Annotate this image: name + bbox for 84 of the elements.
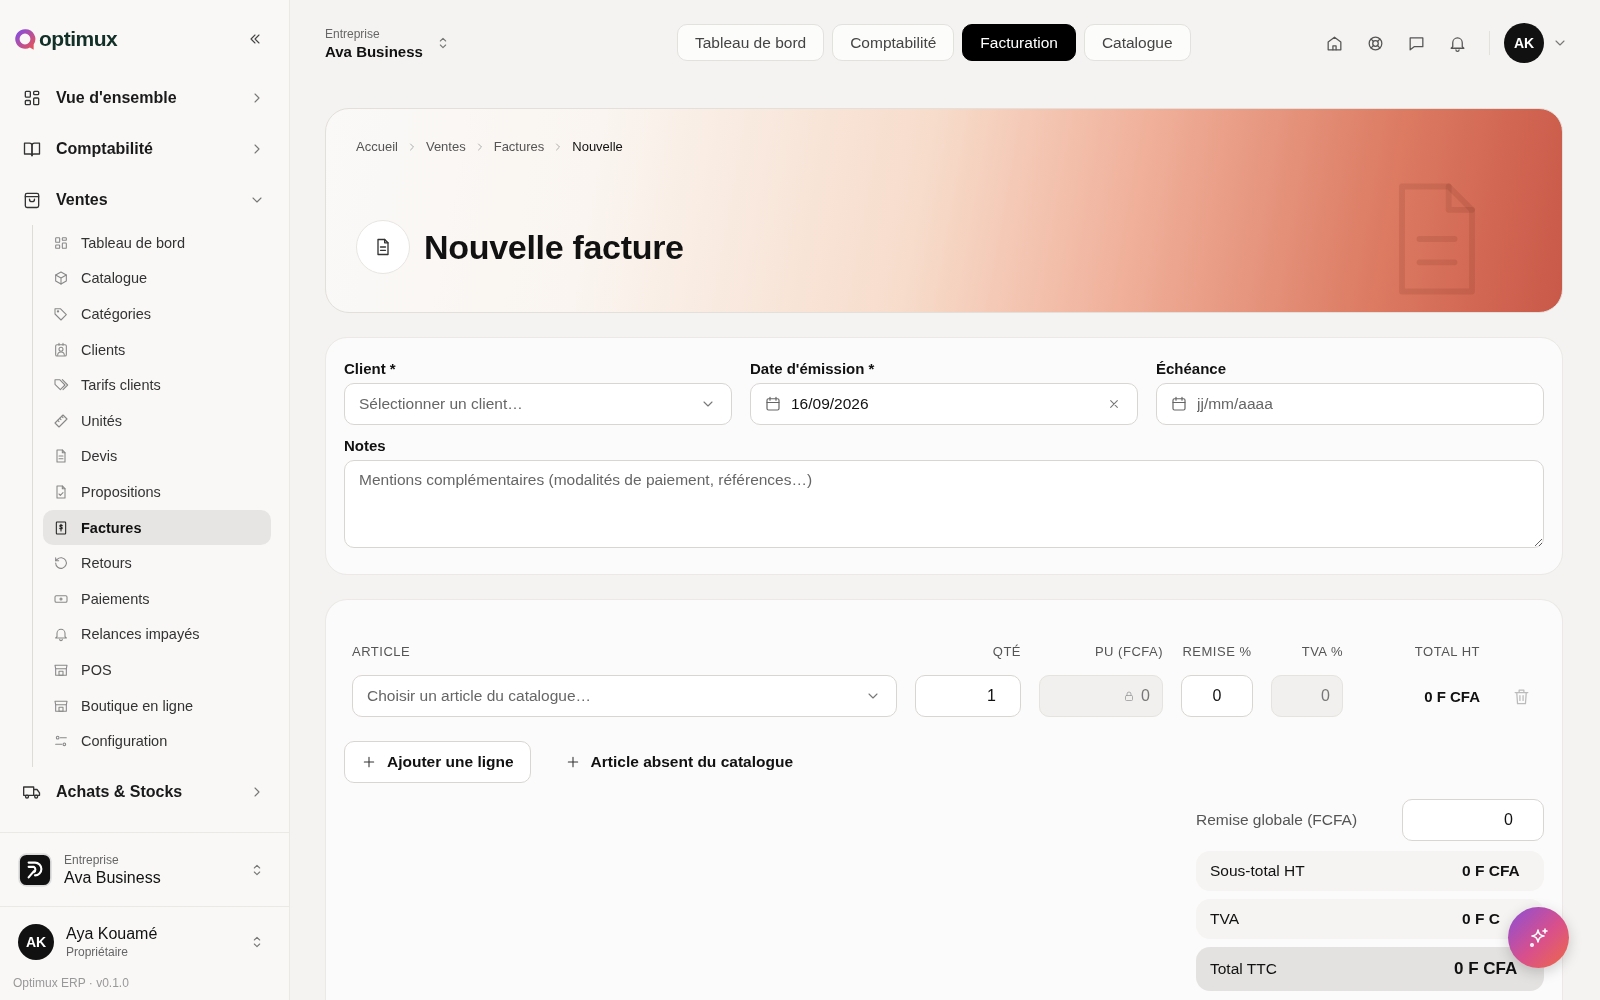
sidebar-subitem[interactable]: Factures [43, 509, 271, 546]
user-avatar-button[interactable]: AK [1504, 23, 1544, 63]
global-discount-field[interactable]: 0 [1402, 799, 1544, 841]
field-label: Client * [344, 360, 397, 377]
article-select[interactable]: Choisir un article du catalogue… [352, 675, 897, 717]
quantity-field[interactable]: 1 [915, 675, 1021, 717]
total-label: Total TTC [1210, 960, 1278, 978]
sidebar-subitem[interactable]: Tableau de bord [43, 225, 271, 261]
page-title: Nouvelle facture [424, 227, 684, 267]
breadcrumb-link[interactable]: Accueil [356, 139, 398, 154]
company-logo-icon [18, 852, 52, 887]
sidebar-subitem[interactable]: Tarifs clients [43, 367, 271, 403]
sidebar-subitem[interactable]: Propositions [43, 474, 271, 510]
line-total: 0 F CFA [1423, 687, 1480, 705]
unit-price-field: 0 [1039, 675, 1163, 717]
sidebar-subitem[interactable]: Clients [43, 331, 271, 368]
column-header: PU (FCFA) [1093, 644, 1163, 659]
sidebar-subitem[interactable]: Devis [43, 438, 271, 475]
total-value: 0 F C [1462, 910, 1501, 928]
field-label: Notes [344, 437, 387, 454]
ruler-icon [53, 412, 69, 429]
column-header: TOTAL HT [1413, 644, 1480, 659]
date-field[interactable]: 16/09/2026 [750, 383, 1138, 425]
field-label: Remise globale (FCFA) [1196, 811, 1358, 829]
vat-field: 0 [1271, 675, 1343, 717]
rotate-icon [53, 555, 69, 572]
column-header: QTÉ [991, 644, 1021, 659]
notes-field[interactable]: Mentions complémentaires (modalités de paiement, références…) [344, 460, 1544, 548]
tag-icon [53, 306, 69, 322]
column-header: TVA % [1300, 644, 1343, 659]
sidebar-subitem[interactable]: Boutique en ligne [43, 687, 271, 724]
user-avatar: AK [18, 923, 54, 960]
company-switcher[interactable]: Entreprise Ava Business [0, 832, 289, 906]
sidebar-subitem[interactable]: Unités [43, 402, 271, 439]
company-name: Ava Business [325, 42, 423, 60]
total-label: TVA [1210, 910, 1240, 928]
company-caption: Entreprise [64, 852, 120, 867]
breadcrumb-link[interactable]: Factures [493, 139, 545, 154]
discount-field[interactable]: 0 [1181, 675, 1253, 717]
document-icon [53, 448, 69, 465]
plus-icon [361, 754, 377, 770]
document-check-icon [53, 483, 69, 500]
logo-wordmark: optimux [39, 27, 118, 51]
column-header: ARTICLE [352, 644, 412, 659]
nav-tab[interactable]: Tableau de bord [677, 24, 825, 61]
sidebar-item[interactable]: Achats & Stocks [20, 766, 271, 818]
user-switcher[interactable]: AK Aya Kouamé Propriétaire [0, 906, 289, 976]
breadcrumb-link[interactable]: Ventes [425, 139, 466, 154]
date-field[interactable]: jj/mm/aaaa [1156, 383, 1544, 425]
grid-icon [53, 234, 69, 251]
field-label: Échéance [1156, 360, 1228, 377]
sidebar-subitem[interactable]: Catalogue [43, 260, 271, 297]
logo-icon [12, 26, 38, 52]
nav-tab[interactable]: Catalogue [1083, 24, 1191, 61]
sidebar-subitem[interactable]: Relances impayés [43, 616, 271, 653]
total-value: 0 F CFA [1454, 959, 1519, 979]
nav-tab[interactable]: Facturation [962, 24, 1076, 61]
sidebar-subitem[interactable]: POS [43, 652, 271, 688]
total-label: Sous-total HT [1210, 862, 1306, 880]
field-label: Date d'émission * [750, 360, 876, 377]
column-header: REMISE % [1181, 644, 1253, 659]
client-select[interactable]: Sélectionner un client… [344, 383, 732, 425]
total-value: 0 F CFA [1462, 862, 1521, 880]
user-name: Aya Kouamé [66, 924, 159, 943]
bell-icon [53, 626, 69, 643]
lock-icon [1123, 690, 1136, 702]
user-role: Propriétaire [66, 944, 130, 959]
company-name: Ava Business [64, 868, 162, 887]
company-caption: Entreprise [325, 26, 381, 41]
sidebar-item[interactable]: Comptabilité [20, 123, 271, 174]
add-line-button[interactable]: Article absent du catalogue [548, 741, 809, 783]
sidebar-subitem[interactable]: Paiements [43, 580, 271, 617]
nav-tab[interactable]: Comptabilité [832, 24, 955, 61]
box-icon [53, 270, 69, 287]
invoice-icon [53, 519, 69, 536]
sidebar-subitem[interactable]: Configuration [43, 723, 271, 759]
sidebar-subitem[interactable]: Retours [43, 545, 271, 581]
company-selector[interactable]: Entreprise Ava Business [325, 26, 451, 60]
sidebar-item[interactable]: Vue d'ensemble [20, 72, 271, 123]
sidebar-item[interactable]: Ventes [20, 174, 271, 225]
version-label: Optimux ERP · v0.1.0 [12, 976, 130, 992]
add-line-button[interactable]: Ajouter une ligne [344, 741, 531, 783]
sidebar-subitem[interactable]: Catégories [43, 296, 271, 332]
contact-card-icon [53, 341, 69, 358]
